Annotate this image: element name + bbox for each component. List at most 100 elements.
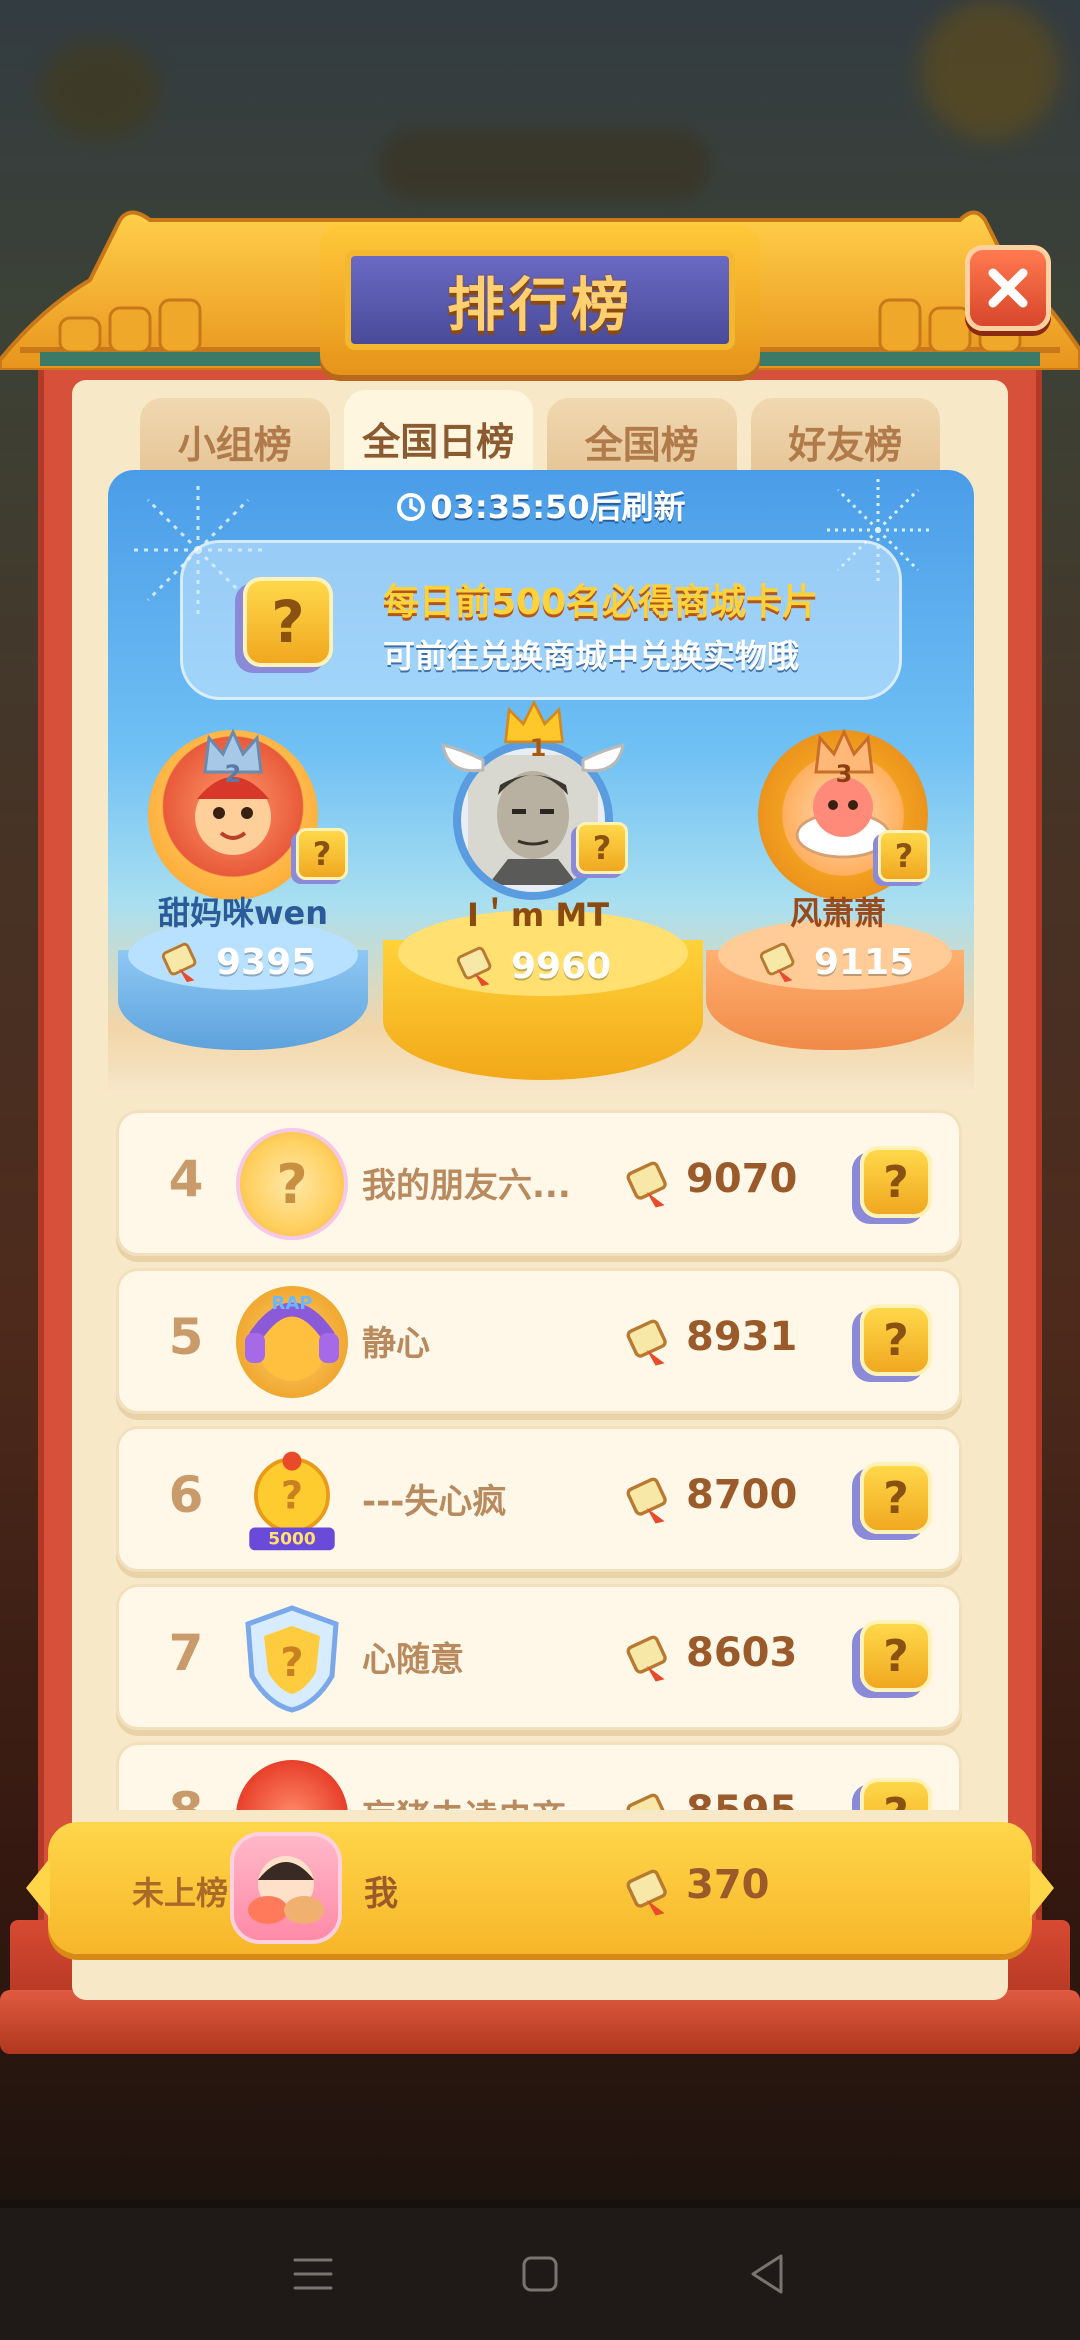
rank-number: 6 (168, 1466, 204, 1524)
rank-number: 7 (168, 1624, 204, 1682)
page-title: 排行榜 (446, 271, 633, 339)
card-glyph: ? (271, 588, 305, 656)
mystery-card-icon[interactable]: ? (860, 1304, 932, 1376)
ranking-list[interactable]: 4 ? 我的朋友六... 9070 ? 5 RAP 静心 8931 ? 6 ? … (116, 1110, 962, 1810)
player-score: 8603 (686, 1630, 798, 1676)
card-glyph: ? (883, 1630, 909, 1682)
card-glyph: ? (883, 1472, 909, 1524)
leaderboard-tabs: 小组榜 全国日榜 全国榜 好友榜 (140, 390, 940, 486)
mystery-card-icon[interactable]: ? (296, 828, 348, 880)
my-avatar-icon (248, 1856, 324, 1924)
brush-icon (759, 942, 795, 983)
headset-icon: RAP (245, 1293, 339, 1381)
player-name: 静心 (362, 1324, 430, 1364)
avatar[interactable] (236, 1760, 348, 1810)
brush-icon (626, 1635, 667, 1682)
my-score: 370 (686, 1862, 770, 1908)
home-button[interactable] (510, 2244, 570, 2304)
avatar[interactable] (230, 1832, 342, 1944)
list-item[interactable]: 8 盲猪去读电商 8595 ? (116, 1742, 962, 1810)
avatar[interactable]: ? 5000 (236, 1444, 348, 1556)
list-item[interactable]: 4 ? 我的朋友六... 9070 ? (116, 1110, 962, 1256)
brush-icon (161, 942, 197, 983)
brush-icon (626, 1793, 667, 1810)
menu-button[interactable] (283, 2244, 343, 2304)
card-glyph: ? (883, 1789, 909, 1811)
podium-name-2: 甜妈咪wen (157, 894, 329, 932)
clock-icon (397, 493, 426, 521)
svg-text:?: ? (281, 1474, 303, 1518)
refresh-timer: 03:35:50后刷新 (108, 482, 974, 528)
card-glyph: ? (883, 1314, 909, 1366)
player-score: 8931 (686, 1314, 798, 1360)
card-glyph: ? (883, 1156, 909, 1208)
mystery-card-icon[interactable]: ? (860, 1462, 932, 1534)
podium-score-2: 9395 (216, 942, 317, 983)
podium-score-1: 9960 (511, 946, 612, 987)
horn-left-icon (441, 742, 485, 773)
player-name: ---失心疯 (362, 1482, 507, 1522)
rank-number: 4 (168, 1150, 204, 1208)
brush-icon (626, 1869, 667, 1916)
close-icon (988, 268, 1028, 308)
player-score: 9070 (686, 1156, 798, 1202)
mystery-card-icon[interactable]: ? (860, 1778, 932, 1810)
podium-name-3: 风萧萧 (789, 894, 886, 932)
home-square-icon (522, 2256, 558, 2292)
rank-number: 8 (156, 1782, 216, 1810)
avatar[interactable]: RAP (236, 1286, 348, 1398)
mystery-card-icon[interactable]: ? (860, 1620, 932, 1692)
avatar[interactable]: ? (236, 1128, 348, 1240)
badge-5000-icon: ? 5000 (249, 1451, 335, 1551)
podium-score-3-group: 9115 (756, 938, 956, 998)
back-triangle-icon (751, 2254, 783, 2294)
mystery-card-icon[interactable]: ? (576, 822, 628, 874)
avatar[interactable]: ? (236, 1602, 348, 1714)
rank-number: 5 (168, 1308, 204, 1366)
player-name: 心随意 (362, 1640, 464, 1680)
brush-icon (626, 1161, 667, 1208)
my-name: 我 (364, 1874, 398, 1914)
mystery-card-icon: ? (243, 577, 333, 667)
brush-icon (626, 1477, 667, 1524)
podium-score-2-group: 9395 (158, 938, 358, 998)
podium-score-3: 9115 (814, 942, 915, 983)
top-three-board: 03:35:50后刷新 ? 每日前500名必得商城卡片 可前往兑换商城中兑换实物… (108, 470, 974, 1090)
avatar-placeholder: ? (276, 1152, 308, 1216)
card-glyph: ? (312, 835, 332, 873)
player-name: 我的朋友六... (362, 1166, 571, 1206)
svg-text:?: ? (280, 1640, 303, 1686)
card-glyph: ? (592, 829, 612, 867)
card-glyph: ? (894, 837, 914, 875)
rank-3-number: 3 (835, 760, 853, 788)
podium-name-1: I＇m MT (466, 896, 610, 934)
brush-icon (626, 1319, 667, 1366)
horn-right-icon (581, 742, 625, 773)
mystery-card-icon[interactable]: ? (878, 830, 930, 882)
promo-subline: 可前往兑换商城中兑换实物哦 (383, 637, 800, 675)
shield-avatar-icon: ? (245, 1605, 339, 1713)
menu-icon (293, 2258, 333, 2290)
list-item[interactable]: 7 ? 心随意 8603 ? (116, 1584, 962, 1730)
refresh-timer-text: 03:35:50后刷新 (430, 488, 686, 526)
podium-score-1-group: 9960 (453, 942, 653, 1002)
back-button[interactable] (737, 2244, 797, 2304)
list-item[interactable]: 5 RAP 静心 8931 ? (116, 1268, 962, 1414)
my-rank-bar[interactable]: 未上榜 我 370 (26, 1822, 1054, 1954)
system-navigation-bar (0, 2208, 1080, 2340)
list-item[interactable]: 6 ? 5000 ---失心疯 8700 ? (116, 1426, 962, 1572)
close-button[interactable] (965, 245, 1051, 331)
title-plaque: 排行榜 (320, 225, 760, 375)
my-rank-label: 未上榜 (132, 1874, 229, 1912)
rank-2-number: 2 (224, 760, 242, 788)
promo-banner: ? 每日前500名必得商城卡片 可前往兑换商城中兑换实物哦 (180, 540, 902, 700)
promo-headline: 每日前500名必得商城卡片 (383, 582, 819, 623)
player-name: 盲猪去读电商 (362, 1790, 566, 1810)
mystery-card-icon[interactable]: ? (860, 1146, 932, 1218)
rank-1-number: 1 (529, 734, 547, 762)
svg-text:RAP: RAP (272, 1293, 313, 1314)
brush-icon (456, 946, 492, 987)
title-banner: 排行榜 (345, 250, 735, 350)
player-score: 8700 (686, 1472, 798, 1518)
svg-text:5000: 5000 (268, 1530, 316, 1550)
